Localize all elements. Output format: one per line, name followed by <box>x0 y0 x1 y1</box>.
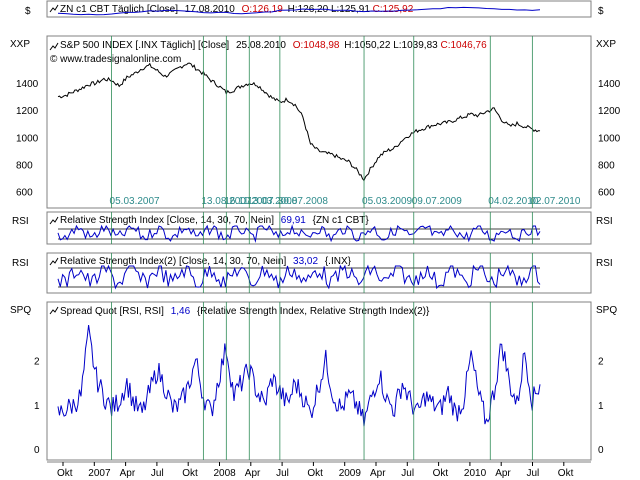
time-axis-label: Apr <box>370 468 386 479</box>
spx-header-open: O:1048,98 <box>293 40 340 51</box>
time-axis-label: Okt <box>307 468 323 479</box>
rsi2-header-value: 33,02 <box>293 256 318 267</box>
spx-left-axis-label: XXP <box>10 39 30 50</box>
spx-y-tick-right: 1000 <box>598 133 621 144</box>
spq-right-axis-label: SPQ <box>596 305 617 316</box>
spq-header-source: {Relative Strength Index, Relative Stren… <box>197 306 430 317</box>
spq-y-axis-right: 2 1 0 <box>598 356 604 456</box>
zn-header-close: C:125,92 <box>373 4 414 15</box>
time-axis-label: Jul <box>276 468 289 479</box>
spx-header: S&P 500 INDEX [.INX Täglich] [Close] 25.… <box>60 40 487 51</box>
spx-header-date: 25.08.2010 <box>236 40 286 51</box>
spx-panel: XXP XXP S&P 500 INDEX [.INX Täglich] [Cl… <box>10 35 621 209</box>
spx-y-tick-left: 800 <box>16 160 33 171</box>
spq-y-tick-right: 2 <box>598 356 604 367</box>
rsi2-header-title: Relative Strength Index(2) [Close, 14, 3… <box>60 256 286 267</box>
spq-y-tick-right: 0 <box>598 445 604 456</box>
spq-y-axis-left: 2 1 0 <box>34 356 40 456</box>
time-axis-ticks: Okt 2007 Apr Jul Okt 2008 Apr Jul Okt 2009 Apr Jul O… <box>57 462 574 479</box>
time-axis-label: Jul <box>151 468 164 479</box>
rsi1-left-axis-label: RSI <box>12 216 29 227</box>
spx-y-tick-left: 1400 <box>16 79 39 90</box>
time-axis-label: Apr <box>495 468 511 479</box>
spx-y-tick-right: 600 <box>598 187 615 198</box>
time-axis-label: 2007 <box>88 468 111 479</box>
spx-date-label: 09.07.2009 <box>412 196 462 207</box>
time-axis-label: Apr <box>245 468 261 479</box>
time-axis: Okt 2007 Apr Jul Okt 2008 Apr Jul Okt 2009 Apr Jul O… <box>47 461 591 479</box>
time-axis-label: 2010 <box>464 468 487 479</box>
spx-y-axis-right: 1400 1200 1000 800 600 <box>598 79 621 198</box>
zn-panel: $ $ ZN c1 CBT Täglich [Close] 17.08.2010… <box>25 0 604 18</box>
rsi1-header: Relative Strength Index [Close, 14, 30, … <box>60 215 369 226</box>
spx-y-tick-right: 800 <box>598 160 615 171</box>
spq-y-tick-right: 1 <box>598 401 604 412</box>
spq-y-tick-left: 2 <box>34 356 40 367</box>
zn-header-low: L:125,91 <box>331 4 370 15</box>
spx-right-axis-label: XXP <box>596 39 616 50</box>
spx-header-high: H:1050,22 <box>344 40 391 51</box>
rsi1-header-value: 69,91 <box>281 215 306 226</box>
rsi2-header: Relative Strength Index(2) [Close, 14, 3… <box>60 256 352 267</box>
time-axis-label: 2009 <box>339 468 362 479</box>
rsi2-panel: RSI RSI Relative Strength Index(2) [Clos… <box>12 252 613 294</box>
time-axis-label: Okt <box>433 468 449 479</box>
spx-header-low: L:1039,83 <box>393 40 438 51</box>
spq-header-value: 1,46 <box>171 306 191 317</box>
spq-left-axis-label: SPQ <box>10 305 31 316</box>
spq-header: Spread Quot [RSI, RSI] 1,46 {Relative St… <box>60 306 430 317</box>
spx-date-label: 05.03.2007 <box>110 196 160 207</box>
rsi1-header-source: {ZN c1 CBT} <box>313 215 370 226</box>
time-axis-label: Jul <box>527 468 540 479</box>
rsi1-panel: RSI RSI Relative Strength Index [Close, … <box>12 211 613 245</box>
rsi1-right-axis-label: RSI <box>596 216 613 227</box>
spx-y-tick-right: 1200 <box>598 106 621 117</box>
rsi2-right-axis-label: RSI <box>596 258 613 269</box>
chart-canvas[interactable]: $ $ ZN c1 CBT Täglich [Close] 17.08.2010… <box>0 0 640 480</box>
time-axis-label: 2008 <box>214 468 237 479</box>
spx-header-close: C:1046,76 <box>441 40 488 51</box>
rsi1-header-title: Relative Strength Index [Close, 14, 30, … <box>60 215 274 226</box>
copyright-notice: © www.tradesignalonline.com <box>50 54 181 65</box>
rsi2-header-source: {.INX} <box>325 256 352 267</box>
spq-header-title: Spread Quot [RSI, RSI] <box>60 306 164 317</box>
spq-y-tick-left: 1 <box>34 401 40 412</box>
spx-y-tick-left: 1000 <box>16 133 39 144</box>
spx-y-tick-right: 1400 <box>598 79 621 90</box>
chart-window: $ $ ZN c1 CBT Täglich [Close] 17.08.2010… <box>0 0 640 480</box>
time-axis-label: Okt <box>558 468 574 479</box>
spx-date-label: 02.07.2010 <box>530 196 580 207</box>
zn-left-axis-label: $ <box>25 6 31 17</box>
time-axis-label: Jul <box>401 468 414 479</box>
time-axis-label: Okt <box>57 468 73 479</box>
spx-date-label: 05.03.2009 <box>362 196 412 207</box>
spq-y-tick-left: 0 <box>34 445 40 456</box>
spx-y-tick-left: 1200 <box>16 106 39 117</box>
rsi2-left-axis-label: RSI <box>12 258 29 269</box>
spx-y-axis-left: 1400 1200 1000 800 600 <box>16 79 39 198</box>
spq-panel: SPQ SPQ Spread Quot [RSI, RSI] 1,46 {Rel… <box>10 301 617 461</box>
time-axis-label: Apr <box>120 468 136 479</box>
zn-right-axis-label: $ <box>598 6 604 17</box>
spx-header-title: S&P 500 INDEX [.INX Täglich] [Close] <box>60 40 229 51</box>
spx-y-tick-left: 600 <box>16 187 33 198</box>
time-axis-label: Okt <box>182 468 198 479</box>
spx-date-label: 30.07.2008 <box>278 196 328 207</box>
